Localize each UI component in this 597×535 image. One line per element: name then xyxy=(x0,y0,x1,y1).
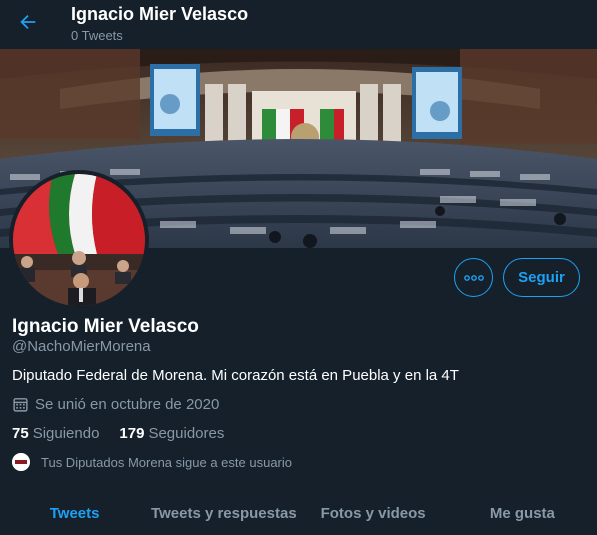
tab-tweets[interactable]: Tweets xyxy=(0,491,149,535)
profile-avatar[interactable] xyxy=(9,170,149,310)
follower-avatar xyxy=(12,453,30,471)
header-title: Ignacio Mier Velasco xyxy=(71,4,249,24)
follow-button[interactable]: Seguir xyxy=(503,258,580,297)
more-options-icon xyxy=(463,274,484,281)
followed-by-text: Tus Diputados Morena sigue a este usuari… xyxy=(41,454,292,470)
followers-link[interactable]: 179 Seguidores xyxy=(119,425,224,442)
profile-stats: 75 Siguiendo 179 Seguidores xyxy=(12,425,224,442)
followers-count: 179 xyxy=(119,425,145,442)
profile-joined: Se unió en octubre de 2020 xyxy=(12,396,219,413)
following-count: 75 xyxy=(12,425,29,442)
tab-media[interactable]: Fotos y videos xyxy=(299,491,448,535)
header-tweet-count: 0 Tweets xyxy=(71,28,123,43)
profile-page: Ignacio Mier Velasco 0 Tweets Seguir Ign… xyxy=(0,0,597,535)
profile-bio: Diputado Federal de Morena. Mi corazón e… xyxy=(12,367,459,384)
back-button[interactable] xyxy=(12,6,44,38)
calendar-icon xyxy=(13,398,28,412)
joined-text: Se unió en octubre de 2020 xyxy=(35,396,220,413)
profile-handle: @NachoMierMorena xyxy=(12,338,151,355)
profile-name: Ignacio Mier Velasco xyxy=(12,316,199,337)
following-link[interactable]: 75 Siguiendo xyxy=(12,425,99,442)
profile-tabs: Tweets Tweets y respuestas Fotos y video… xyxy=(0,491,597,535)
top-bar: Ignacio Mier Velasco 0 Tweets xyxy=(0,0,597,49)
followers-label: Seguidores xyxy=(148,425,225,442)
followed-by[interactable]: Tus Diputados Morena sigue a este usuari… xyxy=(12,453,292,471)
tab-tweets-replies[interactable]: Tweets y respuestas xyxy=(149,491,298,535)
following-label: Siguiendo xyxy=(32,425,100,442)
tab-likes[interactable]: Me gusta xyxy=(448,491,597,535)
more-options-button[interactable] xyxy=(454,258,493,297)
arrow-left-icon xyxy=(20,14,36,30)
